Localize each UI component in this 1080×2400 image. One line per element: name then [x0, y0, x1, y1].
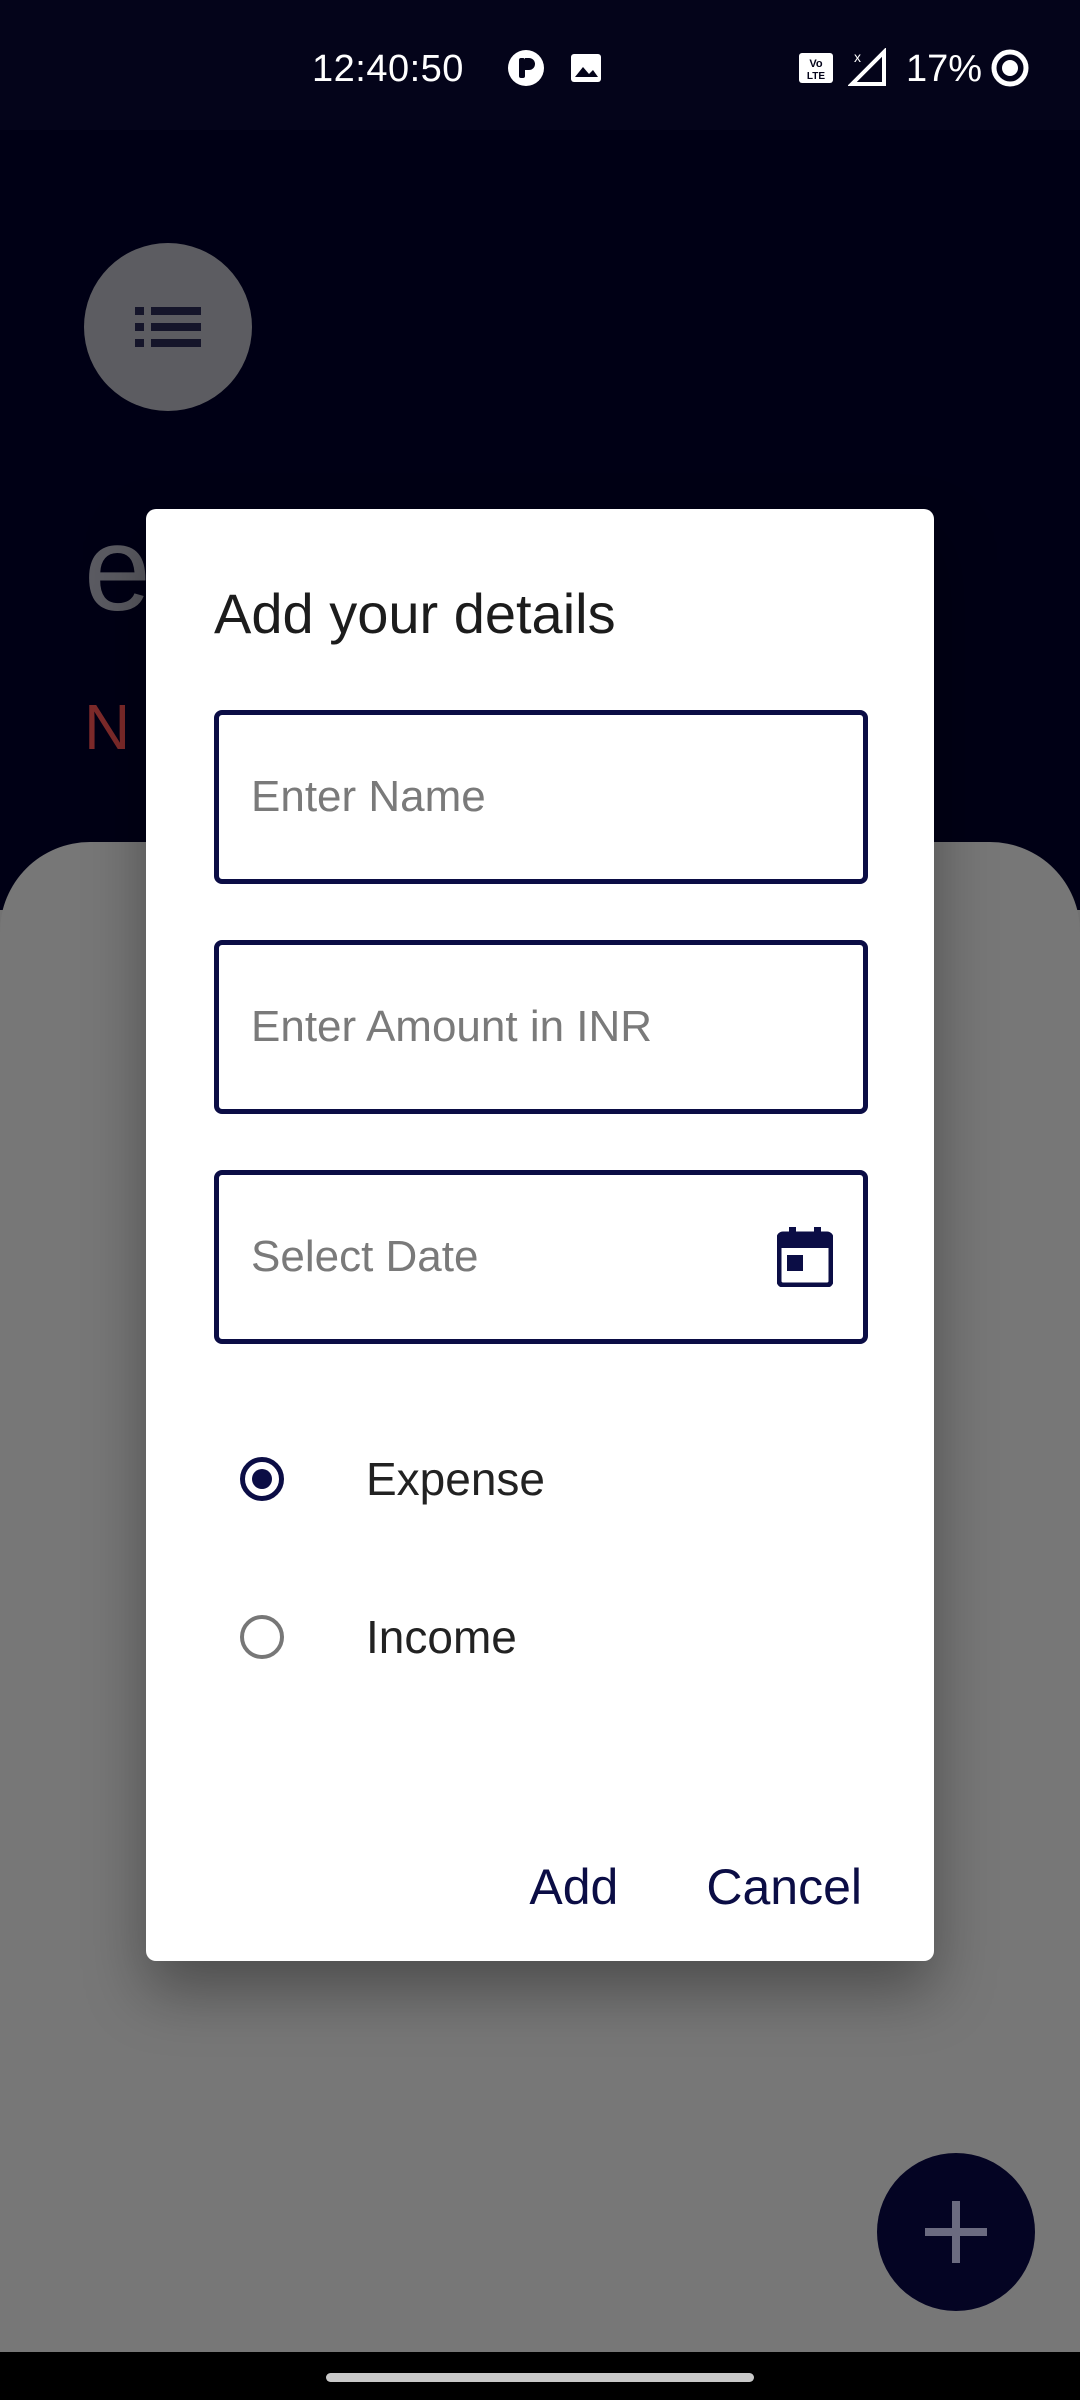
date-field[interactable] — [214, 1170, 868, 1344]
svg-text:x: x — [854, 49, 861, 65]
income-label: Income — [366, 1611, 517, 1663]
cancel-button[interactable]: Cancel — [682, 1844, 886, 1930]
amount-field[interactable] — [214, 940, 868, 1114]
volte-icon: Vo LTE — [796, 48, 836, 88]
expense-label: Expense — [366, 1453, 546, 1505]
battery-icon — [990, 48, 1030, 88]
signal-icon: x — [847, 47, 888, 88]
plus-icon — [925, 2201, 987, 2263]
add-button[interactable]: Add — [505, 1844, 642, 1930]
add-fab-button[interactable] — [877, 2153, 1035, 2311]
svg-text:Vo: Vo — [809, 58, 823, 70]
status-bar: 12:40:50 Vo LTE x 17% — [0, 0, 1080, 130]
background-subtitle: N — [84, 691, 131, 763]
add-details-dialog: Add your details Expense Income Add Canc… — [146, 509, 934, 1961]
income-option[interactable]: Income — [240, 1587, 840, 1687]
list-icon — [135, 307, 201, 347]
income-radio[interactable] — [240, 1615, 284, 1659]
calendar-icon[interactable] — [777, 1227, 833, 1287]
amount-input[interactable] — [219, 945, 863, 1109]
status-time: 12:40:50 — [312, 48, 464, 90]
dialog-title: Add your details — [214, 582, 616, 645]
dialog-actions: Add Cancel — [505, 1844, 886, 1930]
expense-radio[interactable] — [240, 1457, 284, 1501]
date-input[interactable] — [219, 1175, 863, 1339]
menu-button[interactable] — [84, 243, 252, 411]
expense-option[interactable]: Expense — [240, 1429, 840, 1529]
gallery-icon — [566, 48, 606, 88]
battery-percent: 17% — [906, 48, 983, 90]
background-title: e — [84, 502, 151, 636]
name-field[interactable] — [214, 710, 868, 884]
gesture-handle[interactable] — [326, 2373, 754, 2382]
name-input[interactable] — [219, 715, 863, 879]
svg-text:LTE: LTE — [807, 71, 825, 82]
pip-icon — [506, 48, 546, 88]
